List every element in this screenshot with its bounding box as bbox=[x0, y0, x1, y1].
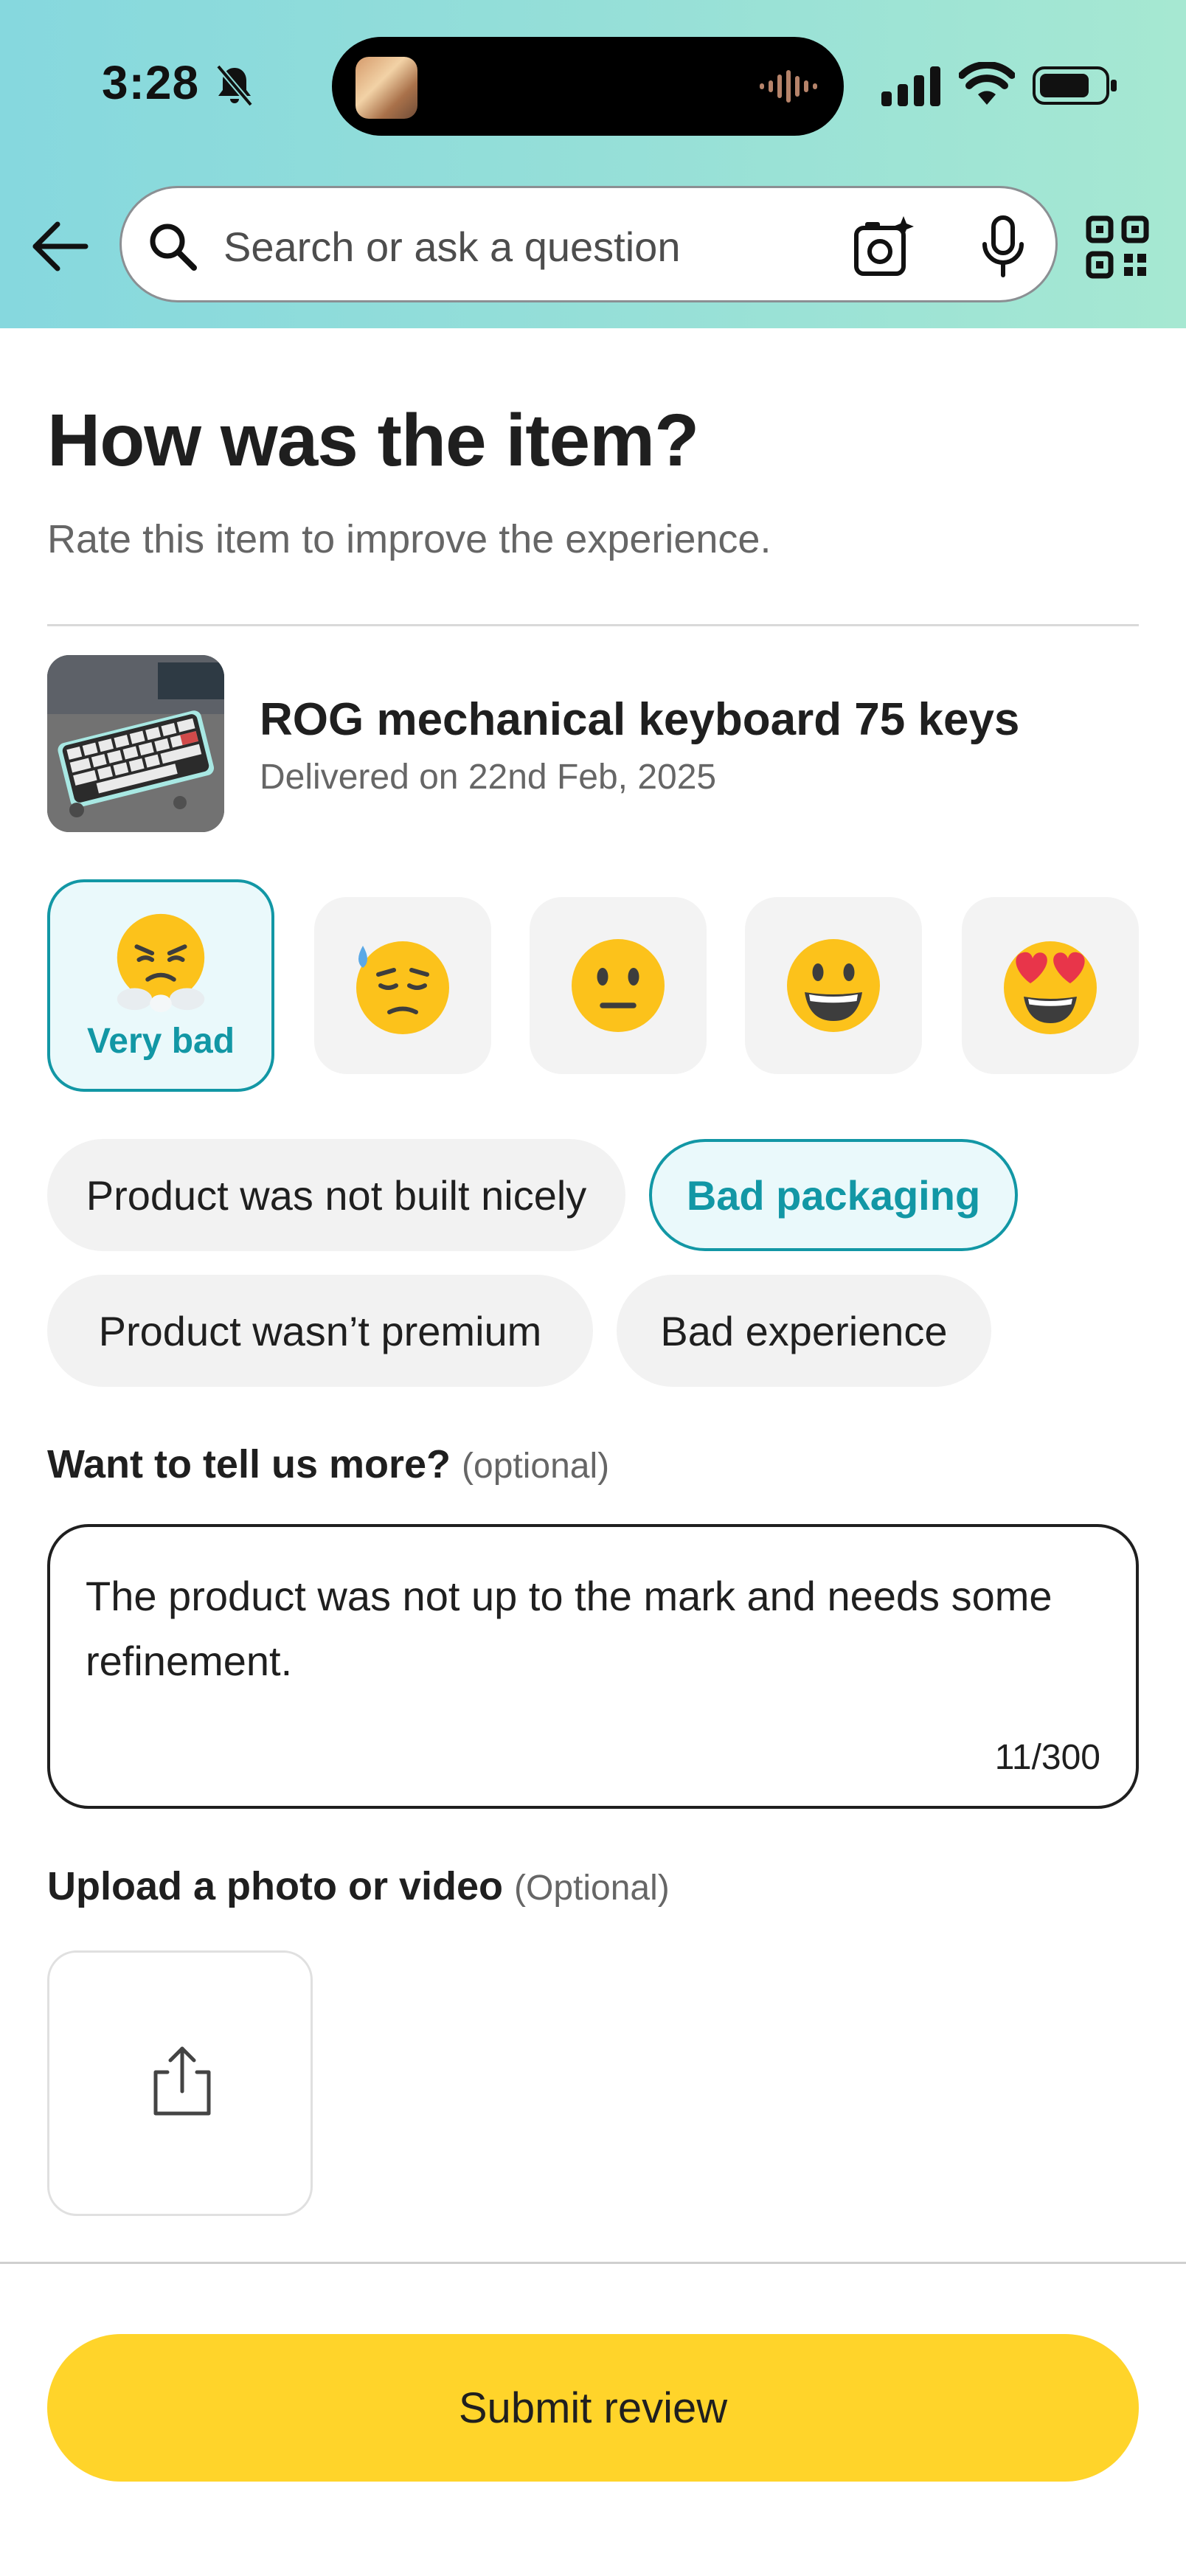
audio-wave-icon bbox=[760, 70, 817, 103]
wifi-icon bbox=[959, 62, 1015, 105]
search-icon bbox=[150, 224, 197, 271]
page-title: How was the item? bbox=[47, 399, 699, 482]
rating-option-neutral[interactable] bbox=[530, 897, 707, 1074]
status-time: 3:28 bbox=[102, 56, 200, 109]
visual-search-camera-icon[interactable] bbox=[852, 215, 915, 278]
feedback-label-text: Want to tell us more? bbox=[47, 1442, 451, 1486]
upload-optional-hint: (Optional) bbox=[514, 1869, 670, 1908]
search-input[interactable]: Search or ask a question bbox=[119, 186, 1058, 302]
upload-label: Upload a photo or video (Optional) bbox=[47, 1863, 670, 1909]
product-name: ROG mechanical keyboard 75 keys bbox=[260, 694, 1020, 745]
rating-selected-label: Very bad bbox=[86, 1022, 235, 1061]
search-placeholder: Search or ask a question bbox=[223, 224, 681, 270]
footer-divider bbox=[0, 2262, 1186, 2264]
feedback-textarea[interactable]: The product was not up to the mark and n… bbox=[47, 1524, 1139, 1809]
app-header: 3:28 Search or ask a question bbox=[0, 0, 1186, 328]
grinning-face-icon bbox=[787, 939, 880, 1032]
feedback-text-value: The product was not up to the mark and n… bbox=[86, 1573, 1053, 1684]
delivery-date: Delivered on 22nd Feb, 2025 bbox=[260, 758, 717, 797]
upload-share-icon bbox=[153, 2046, 211, 2116]
cellular-signal-icon bbox=[881, 66, 940, 106]
keyboard-image bbox=[47, 655, 224, 832]
tag-chip[interactable]: Product was not built nicely bbox=[47, 1139, 625, 1251]
battery-icon bbox=[1033, 66, 1117, 105]
upload-label-text: Upload a photo or video bbox=[47, 1864, 503, 1908]
divider bbox=[47, 624, 1139, 626]
dynamic-island bbox=[332, 37, 844, 136]
tag-chip-selected[interactable]: Bad packaging bbox=[649, 1139, 1018, 1251]
product-image bbox=[47, 655, 224, 832]
tag-chip[interactable]: Product wasn’t premium bbox=[47, 1275, 593, 1387]
microphone-icon[interactable] bbox=[977, 215, 1029, 278]
feedback-optional-hint: (optional) bbox=[462, 1447, 610, 1486]
submit-review-button[interactable]: Submit review bbox=[47, 2334, 1139, 2482]
upload-media-button[interactable] bbox=[47, 1950, 313, 2216]
feedback-label: Want to tell us more? (optional) bbox=[47, 1441, 609, 1487]
rating-option-bad[interactable] bbox=[314, 897, 491, 1074]
rating-selector: Very bad bbox=[47, 879, 1139, 1093]
tag-chip[interactable]: Bad experience bbox=[617, 1275, 991, 1387]
bell-muted-icon bbox=[215, 64, 254, 107]
neutral-face-icon bbox=[572, 939, 665, 1032]
rating-option-love[interactable] bbox=[962, 897, 1139, 1074]
back-arrow-icon[interactable] bbox=[31, 221, 89, 271]
rating-option-very-bad[interactable]: Very bad bbox=[47, 879, 274, 1092]
now-playing-artwork bbox=[356, 57, 417, 119]
page-subtitle: Rate this item to improve the experience… bbox=[47, 517, 771, 561]
downcast-sweat-face-icon bbox=[356, 941, 449, 1034]
qr-scanner-icon[interactable] bbox=[1084, 214, 1151, 280]
character-counter: 11/300 bbox=[994, 1738, 1100, 1777]
heart-eyes-face-icon bbox=[1004, 941, 1097, 1034]
steaming-angry-face-icon bbox=[117, 913, 205, 1013]
rating-option-good[interactable] bbox=[745, 897, 922, 1074]
